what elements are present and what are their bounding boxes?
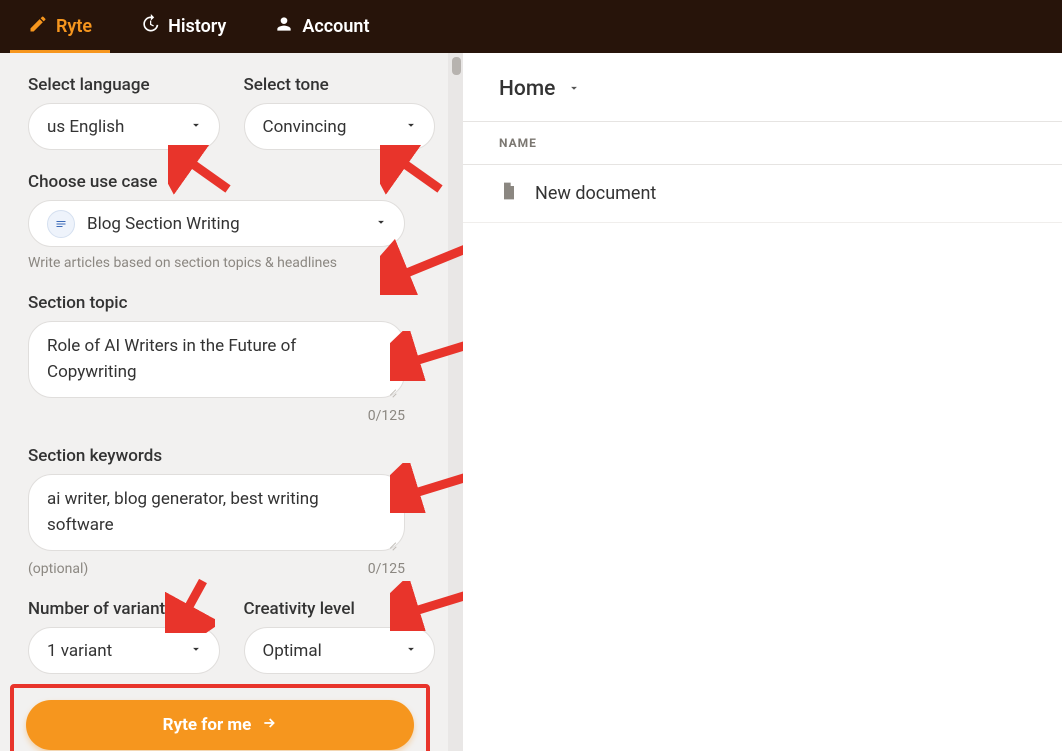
nav-account-label: Account — [302, 16, 369, 37]
lines-icon — [47, 210, 75, 238]
document-icon — [499, 181, 519, 206]
pencil-icon — [28, 14, 48, 39]
arrow-right-icon — [261, 715, 277, 736]
config-sidebar: Select language us English Select tone C… — [0, 53, 463, 751]
chevron-down-icon — [189, 117, 203, 137]
creativity-value: Optimal — [263, 641, 322, 661]
keywords-optional: (optional) — [28, 561, 88, 577]
chevron-down-icon — [404, 117, 418, 137]
language-select[interactable]: us English — [28, 103, 220, 150]
document-name: New document — [535, 183, 656, 204]
language-label: Select language — [28, 75, 220, 95]
usecase-label: Choose use case — [28, 172, 435, 192]
creativity-label: Creativity level — [244, 599, 436, 619]
history-icon — [140, 14, 160, 39]
breadcrumb[interactable]: Home — [463, 53, 1062, 121]
nav-ryte-label: Ryte — [56, 16, 92, 37]
keywords-label: Section keywords — [28, 446, 435, 466]
person-icon — [274, 14, 294, 39]
nav-ryte[interactable]: Ryte — [28, 0, 92, 53]
tone-label: Select tone — [244, 75, 436, 95]
chevron-down-icon — [374, 214, 388, 234]
cta-highlight-box: Ryte for me — [10, 684, 430, 751]
main-panel: Home NAME New document — [463, 53, 1062, 751]
nav-account[interactable]: Account — [274, 0, 369, 53]
topic-counter: 0/125 — [28, 408, 405, 424]
breadcrumb-home: Home — [499, 77, 555, 101]
top-nav: Ryte History Account — [0, 0, 1062, 53]
creativity-select[interactable]: Optimal — [244, 627, 436, 674]
nav-history[interactable]: History — [140, 0, 226, 53]
cta-label: Ryte for me — [163, 715, 252, 735]
usecase-select[interactable]: Blog Section Writing — [28, 200, 405, 247]
chevron-down-icon — [567, 77, 581, 101]
topic-input[interactable] — [28, 321, 405, 398]
chevron-down-icon — [404, 641, 418, 661]
list-header-name: NAME — [463, 121, 1062, 165]
nav-history-label: History — [168, 16, 226, 37]
language-value: us English — [47, 117, 124, 137]
usecase-hint: Write articles based on section topics &… — [28, 255, 435, 271]
variants-value: 1 variant — [47, 641, 112, 661]
variants-label: Number of variants — [28, 599, 220, 619]
ryte-for-me-button[interactable]: Ryte for me — [26, 700, 414, 750]
resize-handle[interactable] — [387, 539, 397, 549]
document-row[interactable]: New document — [463, 165, 1062, 223]
tone-select[interactable]: Convincing — [244, 103, 436, 150]
topic-label: Section topic — [28, 293, 435, 313]
usecase-value: Blog Section Writing — [87, 214, 240, 234]
resize-handle[interactable] — [387, 386, 397, 396]
chevron-down-icon — [189, 641, 203, 661]
variants-select[interactable]: 1 variant — [28, 627, 220, 674]
scrollbar[interactable] — [448, 53, 463, 751]
keywords-input[interactable] — [28, 474, 405, 551]
scrollbar-thumb[interactable] — [452, 57, 461, 75]
keywords-counter: 0/125 — [368, 561, 405, 577]
tone-value: Convincing — [263, 117, 347, 137]
